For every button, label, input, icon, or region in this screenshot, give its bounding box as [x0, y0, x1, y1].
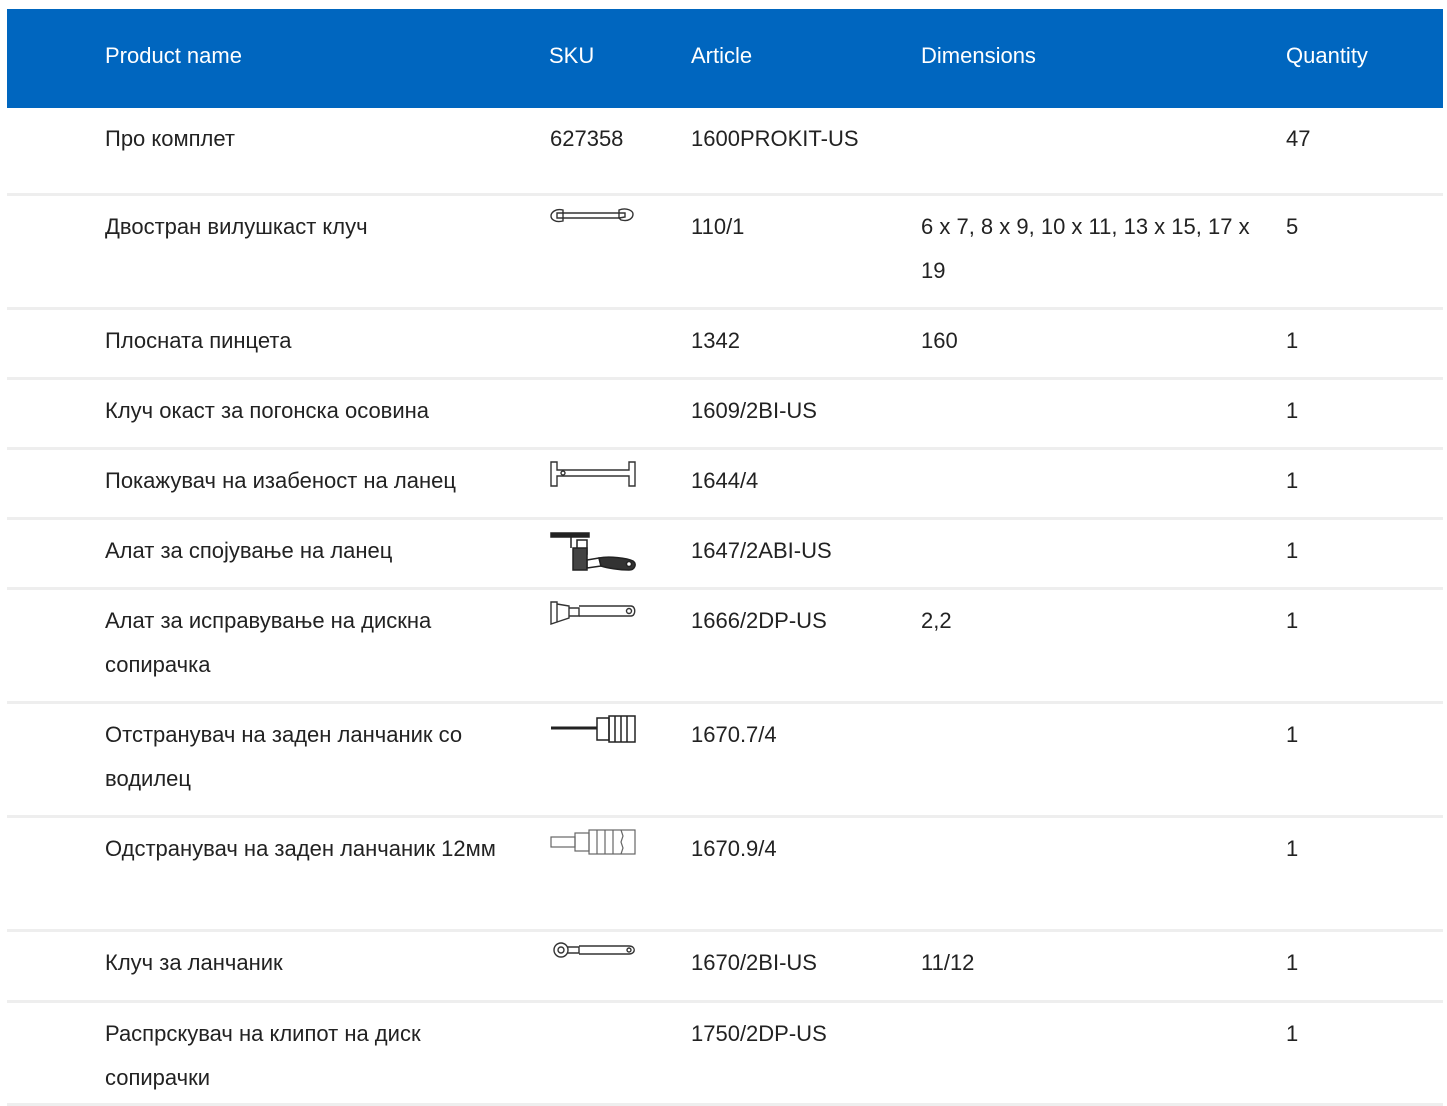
table-row: Двостран вилушкаст клуч 110/1 6 x 7, 8 x 9… [7, 196, 1443, 310]
product-name-cell: Покажувач на изабеност на ланец [105, 468, 456, 493]
quantity-cell: 1 [1286, 328, 1299, 353]
header-article: Article [691, 43, 753, 68]
product-name-cell: Плосната пинцета [105, 328, 292, 353]
article-cell: 1647/2ABI-US [691, 538, 832, 563]
table-row: Распрскувач на клипот на диск сопирачки 1… [7, 1003, 1443, 1106]
product-name-cell: Клуч окаст за погонска осовина [105, 398, 430, 423]
table-row: Клуч окаст за погонска осовина 1609/2BI-U… [7, 380, 1443, 450]
quantity-cell: 1 [1286, 722, 1299, 747]
table-body: Про комплет 627358 1600PROKIT-US 47 Двостран… [7, 108, 1443, 1106]
chain-checker-icon [549, 460, 637, 494]
header-quantity: Quantity [1286, 43, 1368, 68]
table-row: Покажувач на изабеност на ланец 1644/4 1 [7, 450, 1443, 520]
chain-whip-icon [549, 942, 637, 976]
open-end-wrench-icon [549, 206, 637, 240]
table-row: Клуч за ланчаник 1670/2BI-US 11/12 1 [7, 932, 1443, 1003]
table-row: Алат за исправување на дискна сопирачка 1… [7, 590, 1443, 704]
article-cell: 1342 [691, 328, 740, 353]
article-cell: 1670.9/4 [691, 836, 777, 861]
article-cell: 1600PROKIT-US [691, 126, 859, 151]
table-row: Отстранувач на заден ланчаник со водилец… [7, 704, 1443, 818]
quantity-cell: 1 [1286, 398, 1299, 423]
sku-cell: 627358 [550, 126, 624, 151]
article-cell: 1670.7/4 [691, 722, 777, 747]
product-name-cell: Алат за спојување на ланец [105, 538, 393, 563]
article-cell: 110/1 [691, 214, 745, 239]
header-product-name: Product name [105, 43, 242, 68]
table-header: Product name SKU Article Dimensions Quan… [7, 9, 1443, 108]
dimensions-cell: 6 x 7, 8 x 9, 10 x 11, 13 x 15, 17 x 19 [921, 214, 1250, 283]
dimensions-cell: 11/12 [921, 950, 975, 975]
header-dimensions: Dimensions [921, 43, 1036, 68]
quantity-cell: 47 [1286, 126, 1311, 151]
article-cell: 1750/2DP-US [691, 1021, 827, 1046]
header-sku: SKU [549, 43, 595, 68]
product-name-cell: Одстранувач на заден ланчаник 12мм [105, 836, 496, 861]
cassette-remover-guide-icon [549, 714, 637, 748]
quantity-cell: 5 [1286, 214, 1299, 239]
quantity-cell: 1 [1286, 836, 1299, 861]
product-table: Product name SKU Article Dimensions Quan… [7, 9, 1443, 1106]
dimensions-cell: 160 [921, 328, 958, 353]
table-row: Алат за спојување на ланец 1647/2ABI-US 1 [7, 520, 1443, 590]
article-cell: 1670/2BI-US [691, 950, 817, 975]
article-cell: 1644/4 [691, 468, 759, 493]
rotor-truing-tool-icon [549, 600, 637, 634]
cassette-remover-icon [549, 828, 637, 862]
article-cell: 1609/2BI-US [691, 398, 817, 423]
quantity-cell: 1 [1286, 608, 1299, 633]
product-name-cell: Клуч за ланчаник [105, 950, 283, 975]
table-row: Одстранувач на заден ланчаник 12мм 1670.9… [7, 818, 1443, 932]
chain-tool-icon [549, 530, 637, 571]
table-row: Плосната пинцета 1342 160 1 [7, 310, 1443, 380]
product-name-cell: Распрскувач на клипот на диск сопирачки [105, 1021, 421, 1090]
dimensions-cell: 2,2 [921, 608, 952, 633]
product-name-cell: Отстранувач на заден ланчаник со водилец [105, 722, 463, 791]
table-row: Про комплет 627358 1600PROKIT-US 47 [7, 108, 1443, 196]
article-cell: 1666/2DP-US [691, 608, 827, 633]
quantity-cell: 1 [1286, 468, 1299, 493]
quantity-cell: 1 [1286, 950, 1299, 975]
quantity-cell: 1 [1286, 1021, 1299, 1046]
product-name-cell: Алат за исправување на дискна сопирачка [105, 608, 432, 677]
product-name-cell: Двостран вилушкаст клуч [105, 214, 368, 239]
quantity-cell: 1 [1286, 538, 1299, 563]
product-name-cell: Про комплет [105, 126, 235, 151]
